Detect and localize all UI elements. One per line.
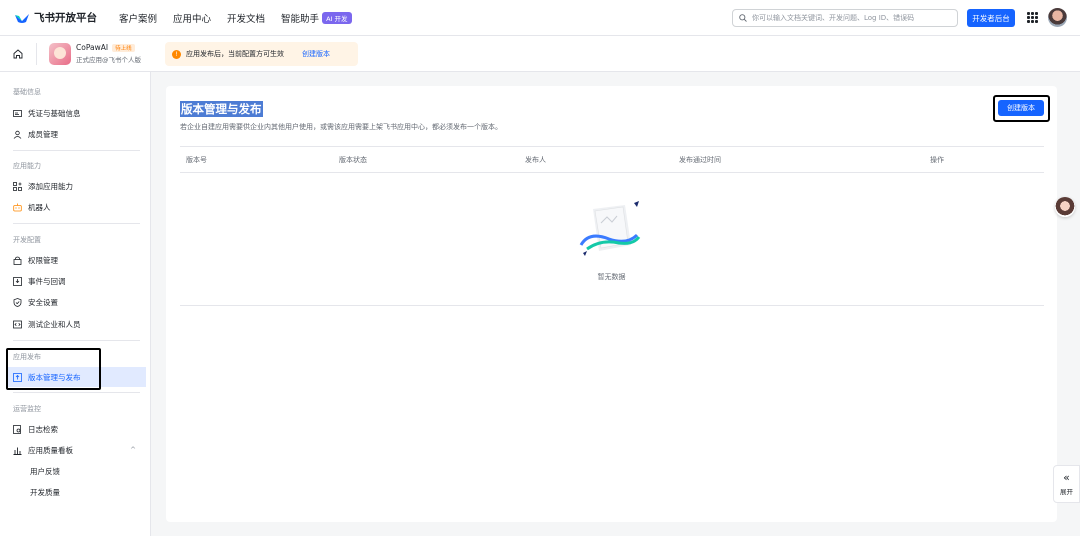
search-icon [739, 14, 747, 22]
search-input[interactable]: 你可以输入文档关键词、开发问题、Log ID、错误码 [732, 9, 958, 27]
expand-label: 展开 [1060, 488, 1073, 496]
create-version-button[interactable]: 创建版本 [998, 100, 1044, 116]
group-title-dev-config: 开发配置 [13, 236, 41, 244]
brand-name: 飞书开放平台 [34, 12, 97, 24]
robot-icon [13, 203, 22, 211]
sidebar-divider [13, 150, 140, 151]
column-actions: 操作 [930, 156, 944, 164]
sidebar-item-label: 机器人 [28, 202, 51, 212]
app-subtitle: 正式应用@飞书个人版 [76, 56, 141, 64]
sidebar-item-credentials[interactable]: 凭证与基础信息 [6, 103, 146, 123]
sidebar-item-label: 权限管理 [28, 255, 58, 265]
chevron-up-icon[interactable]: ^ [130, 446, 136, 454]
sidebar-item-dev-quality[interactable]: 开发质量 [6, 482, 146, 502]
page-title: 版本管理与发布 [180, 101, 263, 117]
top-navbar: 飞书开放平台 客户案例 应用中心 开发文档 智能助手 AI 开发 你可以输入文档关… [0, 0, 1080, 36]
add-grid-icon [13, 181, 22, 191]
shield-icon [13, 297, 22, 307]
column-publish-time: 发布通过时间 [679, 156, 721, 164]
sidebar-item-add-capability[interactable]: 添加应用能力 [6, 176, 146, 196]
highlight-box-sidebar [6, 348, 101, 390]
sidebar-item-permissions[interactable]: 权限管理 [6, 250, 146, 270]
column-version: 版本号 [186, 156, 207, 164]
sidebar-item-label: 应用质量看板 [28, 445, 73, 455]
bar-chart-icon [13, 447, 22, 455]
user-avatar[interactable] [1048, 8, 1067, 27]
main-card: 版本管理与发布 若企业自建应用需要供企业内其他用户使用，或需该应用需要上架飞书应… [166, 86, 1057, 522]
warning-icon: ! [172, 49, 181, 59]
sidebar-divider [13, 223, 140, 224]
user-icon [13, 130, 22, 139]
sidebar-divider [13, 392, 140, 393]
app-header: CoPawAI 待上线 正式应用@飞书个人版 [0, 36, 1080, 72]
nav-customer-cases[interactable]: 客户案例 [119, 11, 157, 25]
sidebar-divider [13, 340, 140, 341]
double-chevron-left-icon: « [1063, 471, 1070, 484]
assistant-avatar[interactable] [1055, 197, 1075, 217]
log-search-icon [13, 424, 21, 434]
sidebar-item-log-search[interactable]: 日志检索 [6, 419, 146, 439]
app-grid-icon[interactable] [1027, 12, 1038, 23]
id-card-icon [13, 109, 22, 117]
app-info[interactable]: CoPawAI 待上线 正式应用@飞书个人版 [76, 43, 141, 64]
nav-assistant-label: 智能助手 [281, 13, 320, 25]
nav-app-center[interactable]: 应用中心 [173, 11, 211, 25]
search-placeholder: 你可以输入文档关键词、开发问题、Log ID、错误码 [752, 14, 915, 22]
empty-state-illustration [579, 201, 641, 256]
group-title-basic: 基础信息 [13, 88, 41, 96]
lock-icon [13, 256, 22, 265]
feishu-logo-icon [15, 13, 29, 23]
table-bottom-border [180, 305, 1044, 306]
sidebar-item-label: 测试企业和人员 [28, 319, 81, 329]
group-title-operations: 运营监控 [13, 405, 41, 413]
sidebar-item-events[interactable]: 事件与回调 [6, 271, 146, 291]
home-icon[interactable] [12, 48, 24, 60]
sidebar-item-label: 事件与回调 [28, 276, 66, 286]
sidebar-item-label: 安全设置 [28, 297, 58, 307]
app-name: CoPawAI [76, 43, 109, 52]
sidebar-item-quality-board[interactable]: 应用质量看板 ^ [6, 440, 146, 460]
code-box-icon [13, 320, 22, 328]
app-icon [49, 42, 71, 65]
sidebar-item-test-enterprise[interactable]: 测试企业和人员 [6, 314, 146, 334]
sidebar-item-label: 添加应用能力 [28, 181, 73, 191]
ai-badge: AI 开发 [322, 11, 352, 24]
event-icon [13, 276, 22, 286]
group-title-capabilities: 应用能力 [13, 162, 41, 170]
sidebar-item-user-feedback[interactable]: 用户反馈 [6, 461, 146, 481]
table-header: 版本号 版本状态 发布人 发布通过时间 操作 [180, 146, 1044, 173]
publish-notice: ! 应用发布后，当前配置方可生效 创建版本 [165, 42, 358, 66]
sidebar-item-label: 成员管理 [28, 129, 58, 139]
notice-create-version-link[interactable]: 创建版本 [302, 49, 330, 59]
nav-dev-docs[interactable]: 开发文档 [227, 11, 265, 25]
page-description: 若企业自建应用需要供企业内其他用户使用，或需该应用需要上架飞书应用中心，都必须发… [180, 123, 502, 131]
column-publisher: 发布人 [525, 156, 546, 164]
header-divider [36, 42, 37, 65]
sidebar-item-bot[interactable]: 机器人 [6, 197, 146, 217]
sidebar-item-security[interactable]: 安全设置 [6, 292, 146, 312]
notice-text: 应用发布后，当前配置方可生效 [186, 50, 284, 58]
column-status: 版本状态 [339, 156, 367, 164]
nav-assistant[interactable]: 智能助手 AI 开发 [281, 11, 352, 25]
dev-console-button[interactable]: 开发者后台 [967, 9, 1015, 27]
sidebar: 基础信息 凭证与基础信息 成员管理 应用能力 添加应用能力 机器人 开发配置 权… [0, 72, 151, 536]
brand-logo[interactable]: 飞书开放平台 [14, 10, 97, 25]
sidebar-item-label: 日志检索 [28, 424, 58, 434]
sidebar-item-members[interactable]: 成员管理 [6, 124, 146, 144]
empty-state-text: 暂无数据 [597, 273, 626, 281]
expand-panel-button[interactable]: « 展开 [1053, 465, 1080, 503]
sidebar-item-label: 开发质量 [30, 487, 60, 497]
app-status-badge: 待上线 [112, 43, 135, 52]
sidebar-item-label: 用户反馈 [30, 466, 60, 476]
sidebar-item-label: 凭证与基础信息 [28, 108, 81, 118]
top-nav: 客户案例 应用中心 开发文档 智能助手 AI 开发 [119, 11, 352, 25]
